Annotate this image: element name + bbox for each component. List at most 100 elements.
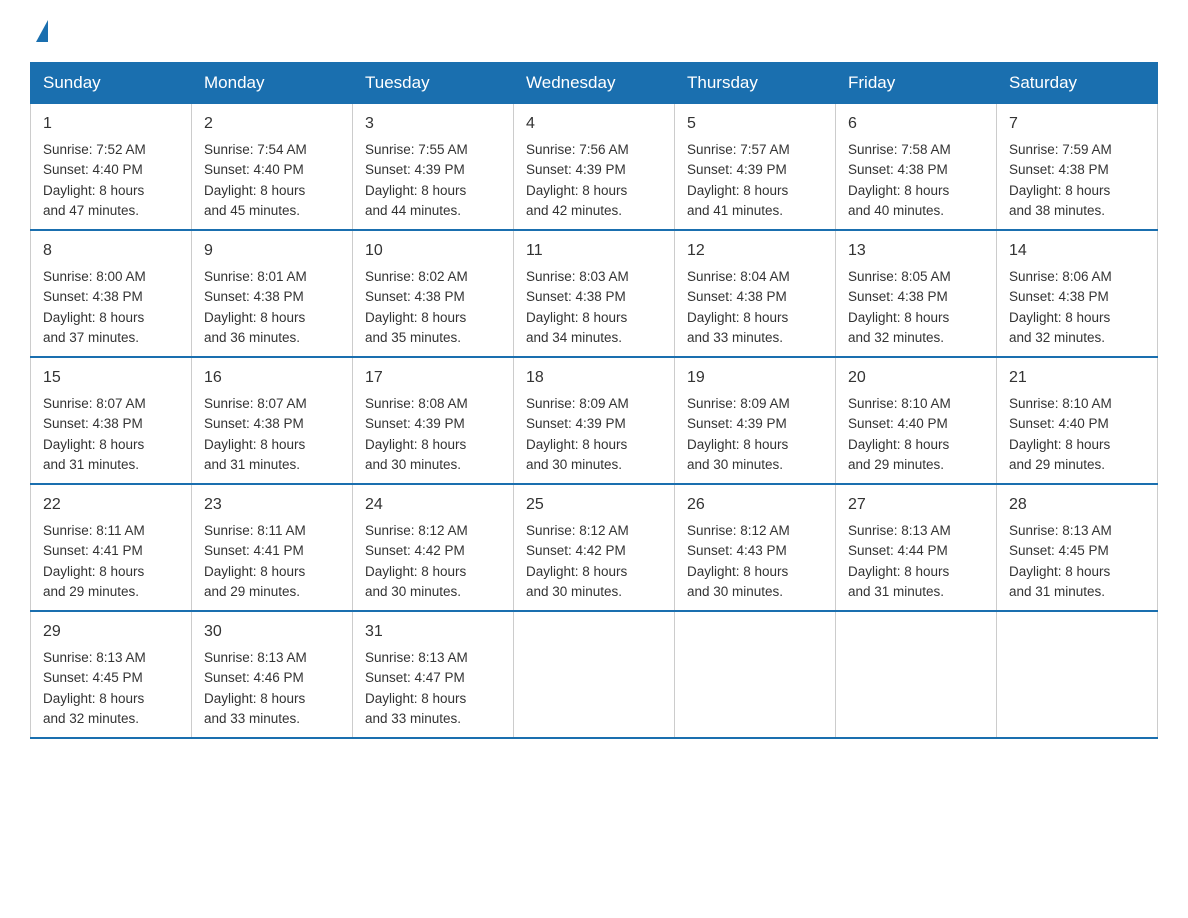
day-number: 12 xyxy=(687,239,823,263)
day-cell-16: 16 Sunrise: 8:07 AMSunset: 4:38 PMDayligh… xyxy=(192,357,353,484)
day-number: 13 xyxy=(848,239,984,263)
day-cell-26: 26 Sunrise: 8:12 AMSunset: 4:43 PMDayligh… xyxy=(675,484,836,611)
day-cell-18: 18 Sunrise: 8:09 AMSunset: 4:39 PMDayligh… xyxy=(514,357,675,484)
day-info: Sunrise: 8:13 AMSunset: 4:46 PMDaylight:… xyxy=(204,648,340,729)
day-cell-3: 3 Sunrise: 7:55 AMSunset: 4:39 PMDaylight… xyxy=(353,104,514,231)
day-info: Sunrise: 7:55 AMSunset: 4:39 PMDaylight:… xyxy=(365,140,501,221)
day-info: Sunrise: 7:54 AMSunset: 4:40 PMDaylight:… xyxy=(204,140,340,221)
empty-cell xyxy=(997,611,1158,738)
day-number: 2 xyxy=(204,112,340,136)
calendar-table: SundayMondayTuesdayWednesdayThursdayFrid… xyxy=(30,62,1158,739)
day-number: 14 xyxy=(1009,239,1145,263)
day-info: Sunrise: 8:05 AMSunset: 4:38 PMDaylight:… xyxy=(848,267,984,348)
day-info: Sunrise: 8:08 AMSunset: 4:39 PMDaylight:… xyxy=(365,394,501,475)
day-cell-1: 1Sunrise: 7:52 AMSunset: 4:40 PMDaylight… xyxy=(31,104,192,231)
day-number: 17 xyxy=(365,366,501,390)
day-info: Sunrise: 8:13 AMSunset: 4:45 PMDaylight:… xyxy=(43,648,179,729)
weekday-header-thursday: Thursday xyxy=(675,63,836,104)
week-row-4: 22 Sunrise: 8:11 AMSunset: 4:41 PMDayligh… xyxy=(31,484,1158,611)
day-number: 31 xyxy=(365,620,501,644)
day-info: Sunrise: 8:12 AMSunset: 4:42 PMDaylight:… xyxy=(526,521,662,602)
day-number: 8 xyxy=(43,239,179,263)
day-number: 18 xyxy=(526,366,662,390)
day-number: 19 xyxy=(687,366,823,390)
weekday-header-sunday: Sunday xyxy=(31,63,192,104)
week-row-2: 8 Sunrise: 8:00 AMSunset: 4:38 PMDaylight… xyxy=(31,230,1158,357)
day-info: Sunrise: 8:07 AMSunset: 4:38 PMDaylight:… xyxy=(204,394,340,475)
day-info: Sunrise: 7:56 AMSunset: 4:39 PMDaylight:… xyxy=(526,140,662,221)
day-info: Sunrise: 8:13 AMSunset: 4:45 PMDaylight:… xyxy=(1009,521,1145,602)
day-cell-30: 30 Sunrise: 8:13 AMSunset: 4:46 PMDayligh… xyxy=(192,611,353,738)
day-cell-5: 5 Sunrise: 7:57 AMSunset: 4:39 PMDaylight… xyxy=(675,104,836,231)
day-number: 10 xyxy=(365,239,501,263)
day-cell-31: 31 Sunrise: 8:13 AMSunset: 4:47 PMDayligh… xyxy=(353,611,514,738)
day-cell-10: 10 Sunrise: 8:02 AMSunset: 4:38 PMDayligh… xyxy=(353,230,514,357)
day-info: Sunrise: 8:10 AMSunset: 4:40 PMDaylight:… xyxy=(1009,394,1145,475)
weekday-header-monday: Monday xyxy=(192,63,353,104)
day-cell-17: 17 Sunrise: 8:08 AMSunset: 4:39 PMDayligh… xyxy=(353,357,514,484)
day-cell-6: 6Sunrise: 7:58 AMSunset: 4:38 PMDaylight… xyxy=(836,104,997,231)
day-cell-22: 22 Sunrise: 8:11 AMSunset: 4:41 PMDayligh… xyxy=(31,484,192,611)
day-number: 1 xyxy=(43,112,179,136)
day-cell-8: 8 Sunrise: 8:00 AMSunset: 4:38 PMDaylight… xyxy=(31,230,192,357)
day-info: Sunrise: 8:03 AMSunset: 4:38 PMDaylight:… xyxy=(526,267,662,348)
day-number: 26 xyxy=(687,493,823,517)
day-number: 30 xyxy=(204,620,340,644)
week-row-3: 15 Sunrise: 8:07 AMSunset: 4:38 PMDayligh… xyxy=(31,357,1158,484)
day-number: 3 xyxy=(365,112,501,136)
day-number: 15 xyxy=(43,366,179,390)
day-cell-9: 9Sunrise: 8:01 AMSunset: 4:38 PMDaylight… xyxy=(192,230,353,357)
day-info: Sunrise: 8:12 AMSunset: 4:43 PMDaylight:… xyxy=(687,521,823,602)
day-info: Sunrise: 7:57 AMSunset: 4:39 PMDaylight:… xyxy=(687,140,823,221)
day-info: Sunrise: 8:00 AMSunset: 4:38 PMDaylight:… xyxy=(43,267,179,348)
empty-cell xyxy=(836,611,997,738)
day-cell-20: 20 Sunrise: 8:10 AMSunset: 4:40 PMDayligh… xyxy=(836,357,997,484)
day-cell-14: 14Sunrise: 8:06 AMSunset: 4:38 PMDayligh… xyxy=(997,230,1158,357)
day-number: 11 xyxy=(526,239,662,263)
day-info: Sunrise: 8:09 AMSunset: 4:39 PMDaylight:… xyxy=(526,394,662,475)
day-info: Sunrise: 8:07 AMSunset: 4:38 PMDaylight:… xyxy=(43,394,179,475)
day-info: Sunrise: 8:09 AMSunset: 4:39 PMDaylight:… xyxy=(687,394,823,475)
day-cell-2: 2 Sunrise: 7:54 AMSunset: 4:40 PMDaylight… xyxy=(192,104,353,231)
day-cell-11: 11 Sunrise: 8:03 AMSunset: 4:38 PMDayligh… xyxy=(514,230,675,357)
logo xyxy=(30,20,48,42)
day-info: Sunrise: 7:58 AMSunset: 4:38 PMDaylight:… xyxy=(848,140,984,221)
empty-cell xyxy=(514,611,675,738)
day-cell-29: 29Sunrise: 8:13 AMSunset: 4:45 PMDayligh… xyxy=(31,611,192,738)
weekday-header-saturday: Saturday xyxy=(997,63,1158,104)
day-info: Sunrise: 8:10 AMSunset: 4:40 PMDaylight:… xyxy=(848,394,984,475)
day-info: Sunrise: 7:59 AMSunset: 4:38 PMDaylight:… xyxy=(1009,140,1145,221)
week-row-1: 1Sunrise: 7:52 AMSunset: 4:40 PMDaylight… xyxy=(31,104,1158,231)
day-cell-19: 19 Sunrise: 8:09 AMSunset: 4:39 PMDayligh… xyxy=(675,357,836,484)
day-number: 20 xyxy=(848,366,984,390)
day-number: 16 xyxy=(204,366,340,390)
day-cell-23: 23Sunrise: 8:11 AMSunset: 4:41 PMDayligh… xyxy=(192,484,353,611)
logo-triangle-icon xyxy=(36,20,48,42)
day-info: Sunrise: 8:02 AMSunset: 4:38 PMDaylight:… xyxy=(365,267,501,348)
day-info: Sunrise: 8:11 AMSunset: 4:41 PMDaylight:… xyxy=(43,521,179,602)
day-number: 7 xyxy=(1009,112,1145,136)
day-cell-25: 25 Sunrise: 8:12 AMSunset: 4:42 PMDayligh… xyxy=(514,484,675,611)
day-cell-28: 28 Sunrise: 8:13 AMSunset: 4:45 PMDayligh… xyxy=(997,484,1158,611)
day-info: Sunrise: 8:13 AMSunset: 4:47 PMDaylight:… xyxy=(365,648,501,729)
page-header xyxy=(30,20,1158,42)
day-cell-15: 15 Sunrise: 8:07 AMSunset: 4:38 PMDayligh… xyxy=(31,357,192,484)
day-cell-7: 7 Sunrise: 7:59 AMSunset: 4:38 PMDaylight… xyxy=(997,104,1158,231)
day-number: 4 xyxy=(526,112,662,136)
weekday-header-wednesday: Wednesday xyxy=(514,63,675,104)
day-number: 21 xyxy=(1009,366,1145,390)
day-cell-27: 27Sunrise: 8:13 AMSunset: 4:44 PMDayligh… xyxy=(836,484,997,611)
weekday-header-row: SundayMondayTuesdayWednesdayThursdayFrid… xyxy=(31,63,1158,104)
day-number: 9 xyxy=(204,239,340,263)
day-number: 5 xyxy=(687,112,823,136)
day-number: 22 xyxy=(43,493,179,517)
day-number: 24 xyxy=(365,493,501,517)
day-cell-4: 4 Sunrise: 7:56 AMSunset: 4:39 PMDaylight… xyxy=(514,104,675,231)
day-number: 28 xyxy=(1009,493,1145,517)
day-info: Sunrise: 8:12 AMSunset: 4:42 PMDaylight:… xyxy=(365,521,501,602)
week-row-5: 29Sunrise: 8:13 AMSunset: 4:45 PMDayligh… xyxy=(31,611,1158,738)
day-cell-13: 13 Sunrise: 8:05 AMSunset: 4:38 PMDayligh… xyxy=(836,230,997,357)
day-cell-24: 24 Sunrise: 8:12 AMSunset: 4:42 PMDayligh… xyxy=(353,484,514,611)
day-cell-21: 21 Sunrise: 8:10 AMSunset: 4:40 PMDayligh… xyxy=(997,357,1158,484)
day-number: 25 xyxy=(526,493,662,517)
